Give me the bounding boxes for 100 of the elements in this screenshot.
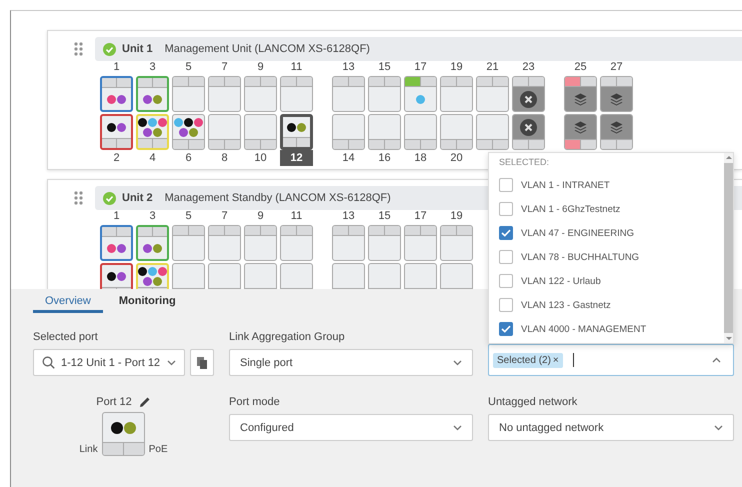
checkbox[interactable]: [499, 250, 513, 264]
switch-port[interactable]: [368, 76, 401, 112]
option-label[interactable]: VLAN 4000 - MANAGEMENT: [521, 324, 646, 334]
option-label[interactable]: VLAN 1 - 6GhzTestnetz: [521, 204, 620, 214]
option-label[interactable]: VLAN 123 - Gastnetz: [521, 300, 611, 310]
drag-handle-icon[interactable]: [74, 191, 83, 205]
switch-port[interactable]: [368, 263, 401, 289]
switch-port[interactable]: [332, 114, 365, 150]
port-led: [102, 139, 116, 148]
switch-port[interactable]: [404, 114, 437, 150]
switch-port[interactable]: [440, 225, 473, 261]
copy-button[interactable]: [190, 349, 214, 376]
checkbox[interactable]: [499, 298, 513, 312]
chevron-down-icon: [167, 360, 176, 366]
switch-port[interactable]: [136, 225, 169, 261]
scrollbar[interactable]: [724, 153, 733, 343]
switch-port[interactable]: [244, 263, 277, 289]
port-led: [616, 77, 632, 86]
port-led: [513, 140, 528, 149]
port-led: [209, 140, 224, 149]
chevron-down-icon: [453, 360, 462, 366]
switch-port[interactable]: [208, 76, 241, 112]
switch-port[interactable]: [368, 114, 401, 150]
search-icon: [42, 356, 55, 369]
port-led: [152, 139, 167, 148]
switch-port[interactable]: [244, 225, 277, 261]
port-select[interactable]: 1-12 Unit 1 - Port 12: [33, 349, 186, 376]
port-number: 13: [341, 210, 356, 223]
port-led: [369, 77, 384, 86]
port-number: 25: [573, 61, 588, 74]
switch-port[interactable]: [280, 114, 313, 150]
switch-port[interactable]: [172, 225, 205, 261]
pencil-icon[interactable]: [138, 396, 151, 408]
tab[interactable]: Monitoring: [106, 295, 188, 313]
switch-port[interactable]: [440, 263, 473, 289]
port-led: [138, 78, 152, 87]
checkbox[interactable]: [499, 202, 513, 216]
switch-port[interactable]: [512, 76, 545, 112]
switch-port[interactable]: [476, 76, 509, 112]
port-number: 3: [148, 61, 157, 74]
switch-port[interactable]: [332, 76, 365, 112]
untagged-network-select[interactable]: No untagged network: [488, 414, 734, 441]
link-label: Link: [79, 444, 98, 455]
switch-port[interactable]: [332, 263, 365, 289]
checkbox[interactable]: [499, 178, 513, 192]
switch-port[interactable]: [100, 225, 133, 261]
switch-port[interactable]: [600, 114, 633, 150]
port-led: [348, 77, 364, 86]
port-led: [224, 140, 240, 149]
switch-port[interactable]: [440, 114, 473, 150]
switch-port[interactable]: [512, 114, 545, 150]
switch-port[interactable]: [280, 263, 313, 289]
switch-port[interactable]: [564, 76, 597, 112]
switch-port[interactable]: [244, 76, 277, 112]
option-label[interactable]: VLAN 78 - BUCHHALTUNG: [521, 252, 640, 262]
switch-port[interactable]: [280, 76, 313, 112]
switch-port[interactable]: [100, 76, 133, 112]
tab[interactable]: Overview: [33, 295, 103, 313]
lag-select[interactable]: Single port: [229, 349, 473, 376]
switch-port[interactable]: [404, 225, 437, 261]
switch-port[interactable]: [280, 225, 313, 261]
switch-port[interactable]: [440, 76, 473, 112]
port-title: Port 12: [96, 396, 132, 408]
switch-port[interactable]: [332, 225, 365, 261]
switch-port[interactable]: [172, 263, 205, 289]
selection-tag: Selected (2): [493, 352, 551, 368]
checkbox[interactable]: [499, 322, 513, 336]
option-label[interactable]: VLAN 122 - Urlaub: [521, 276, 601, 286]
vlan-multiselect[interactable]: Selected (2) ×: [488, 344, 734, 376]
remove-tag-button[interactable]: ×: [550, 352, 563, 368]
switch-port[interactable]: [404, 76, 437, 112]
switch-port[interactable]: [244, 114, 277, 150]
switch-port[interactable]: [172, 114, 205, 150]
switch-port[interactable]: [208, 263, 241, 289]
port-led: [260, 226, 276, 235]
port-mode-select[interactable]: Configured: [229, 414, 473, 441]
checkbox[interactable]: [499, 274, 513, 288]
port-number: 16: [377, 152, 392, 165]
option-label[interactable]: VLAN 1 - INTRANET: [521, 180, 610, 190]
switch-port[interactable]: [100, 263, 133, 289]
port-led: [260, 140, 276, 149]
switch-port[interactable]: [476, 114, 509, 150]
port-led: [102, 78, 116, 87]
port-number: 21: [485, 61, 500, 74]
port-led: [456, 140, 472, 149]
port-number: 4: [148, 152, 157, 165]
checkbox[interactable]: [499, 226, 513, 240]
switch-port[interactable]: [404, 263, 437, 289]
switch-port[interactable]: [136, 76, 169, 112]
port-number: 7: [220, 210, 229, 223]
switch-port[interactable]: [564, 114, 597, 150]
switch-port[interactable]: [368, 225, 401, 261]
switch-port[interactable]: [208, 225, 241, 261]
switch-port[interactable]: [100, 114, 133, 150]
option-label[interactable]: VLAN 47 - ENGINEERING: [521, 228, 634, 238]
switch-port[interactable]: [172, 76, 205, 112]
port-number: 9: [256, 210, 265, 223]
switch-port[interactable]: [600, 76, 633, 112]
drag-handle-icon[interactable]: [74, 42, 83, 56]
switch-port[interactable]: [208, 114, 241, 150]
